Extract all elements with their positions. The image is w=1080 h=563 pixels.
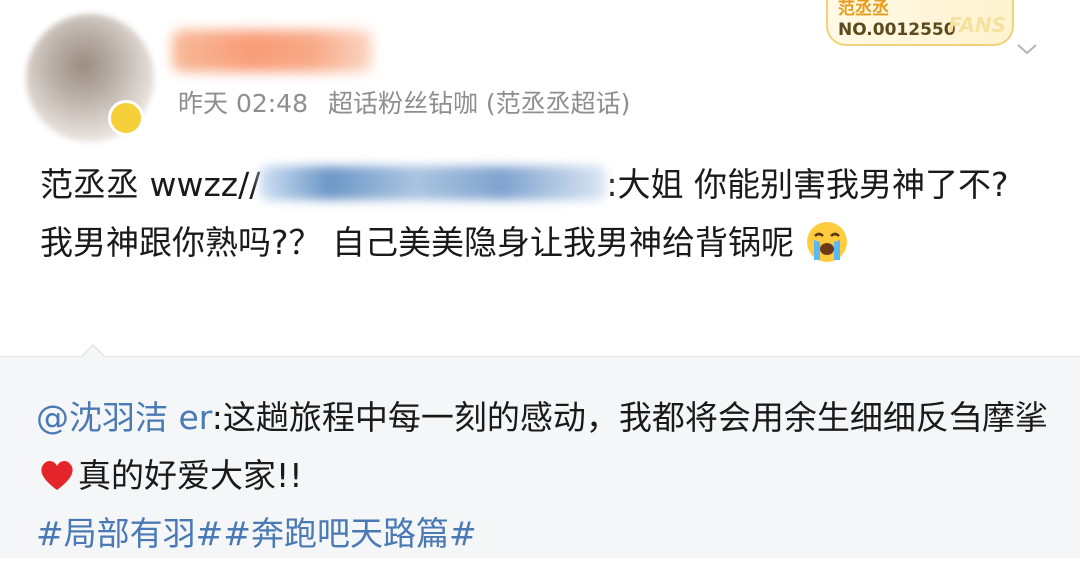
repost-card[interactable]: @沈羽洁 er:这趟旅程中每一刻的感动，我都将会用余生细细反刍摩挲 真的好爱大家… — [0, 356, 1080, 558]
fans-badge-number: NO.0012550 — [838, 20, 956, 40]
post-source[interactable]: 超话粉丝钻咖 (范丞丞超话) — [328, 89, 630, 118]
mention-redacted[interactable] — [260, 166, 607, 200]
repost-text-before: :这趟旅程中每一刻的感动，我都将会用余生细细反刍摩挲 — [211, 398, 1048, 437]
repost-notch — [81, 346, 105, 358]
fans-badge-name: 范丞丞 — [838, 0, 889, 19]
red-heart-icon — [41, 460, 73, 490]
loudly-crying-face-icon — [806, 222, 847, 262]
username-redacted[interactable] — [172, 30, 372, 72]
post-prefix: 范丞丞 wwzz// — [40, 165, 261, 204]
post-text: 范丞丞 wwzz//:大姐 你能别害我男神了不? 我男神跟你熟吗?？ 自己美美隐… — [40, 156, 1050, 272]
fans-badge[interactable]: 范丞丞 NO.0012550 FANS — [826, 0, 1014, 46]
avatar-verified-badge — [108, 100, 144, 136]
repost-mention[interactable]: @沈羽洁 er — [36, 398, 212, 437]
repost-topics[interactable]: #局部有羽##奔跑吧天路篇# — [36, 514, 477, 553]
repost-text: @沈羽洁 er:这趟旅程中每一刻的感动，我都将会用余生细细反刍摩挲 真的好爱大家… — [36, 389, 1056, 563]
post-meta: 昨天 02:48 超话粉丝钻咖 (范丞丞超话) — [178, 86, 642, 122]
post-timestamp: 昨天 02:48 — [178, 89, 308, 118]
chevron-down-icon[interactable] — [1016, 38, 1038, 60]
repost-text-after: 真的好爱大家!! — [78, 456, 303, 495]
fans-badge-word: FANS — [948, 13, 1006, 37]
